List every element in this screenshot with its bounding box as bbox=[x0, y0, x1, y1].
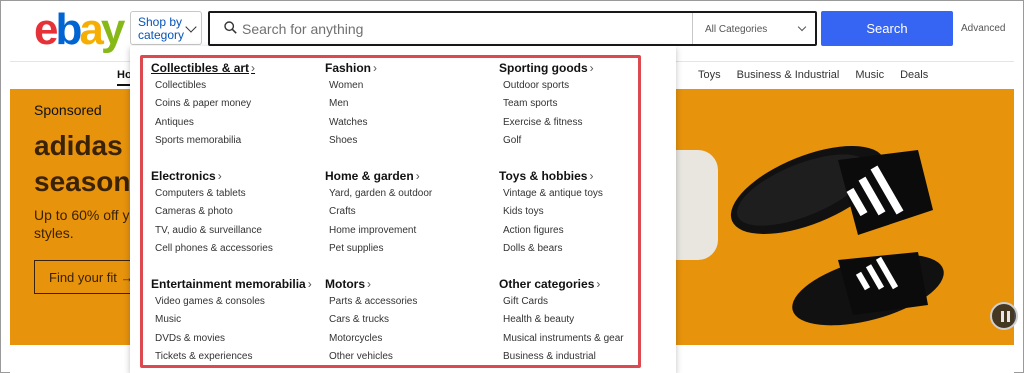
shop-by-category-button[interactable]: Shop by category bbox=[130, 11, 202, 45]
nav-categories: Toys Business & Industrial Music Deals bbox=[698, 69, 944, 81]
category-link[interactable]: Team sports bbox=[499, 95, 594, 113]
category-link[interactable]: Pet supplies bbox=[325, 240, 432, 258]
category-link[interactable]: Vintage & antique toys bbox=[499, 185, 603, 203]
nav-item-deals[interactable]: Deals bbox=[900, 69, 928, 81]
chevron-right-icon: › bbox=[367, 277, 371, 291]
category-select-value: All Categories bbox=[705, 24, 768, 35]
nav-item-music[interactable]: Music bbox=[855, 69, 884, 81]
ebay-logo[interactable]: ebay bbox=[34, 8, 125, 52]
search-icon bbox=[224, 21, 237, 34]
category-link[interactable]: Collectibles bbox=[151, 77, 255, 95]
category-link[interactable]: Yard, garden & outdoor bbox=[325, 185, 432, 203]
chevron-right-icon: › bbox=[589, 61, 594, 75]
category-link[interactable]: Exercise & fitness bbox=[499, 114, 594, 132]
towel-image bbox=[676, 150, 718, 260]
chevron-right-icon: › bbox=[415, 169, 420, 183]
nav-item-business[interactable]: Business & Industrial bbox=[737, 69, 840, 81]
category-link[interactable]: Women bbox=[325, 77, 377, 95]
banner-headline-line2: season bbox=[34, 166, 130, 197]
adidas-slides-image bbox=[730, 145, 944, 326]
category-link[interactable]: Coins & paper money bbox=[151, 95, 255, 113]
chevron-right-icon: › bbox=[589, 169, 594, 183]
category-link[interactable]: Parts & accessories bbox=[325, 293, 417, 311]
chevron-right-icon: › bbox=[596, 277, 601, 291]
nav-item-toys[interactable]: Toys bbox=[698, 69, 721, 81]
category-link[interactable]: Home improvement bbox=[325, 222, 432, 240]
banner-subtext: Up to 60% off y styles. bbox=[34, 206, 130, 242]
chevron-down-icon bbox=[797, 22, 807, 32]
category-link[interactable]: Health & beauty bbox=[499, 311, 624, 329]
category-group-other: Other categories › Gift Cards Health & be… bbox=[499, 277, 624, 366]
category-link[interactable]: Cell phones & accessories bbox=[151, 240, 273, 258]
chevron-right-icon: › bbox=[307, 277, 312, 291]
category-group-motors: Motors › Parts & accessories Cars & truck… bbox=[325, 277, 417, 366]
category-link[interactable]: Music bbox=[151, 311, 312, 329]
category-link[interactable]: Outdoor sports bbox=[499, 77, 594, 95]
category-link[interactable]: Motorcycles bbox=[325, 330, 417, 348]
category-link[interactable]: Other vehicles bbox=[325, 348, 417, 366]
category-heading[interactable]: Fashion › bbox=[325, 61, 377, 77]
category-heading[interactable]: Sporting goods › bbox=[499, 61, 594, 77]
category-link[interactable]: Golf bbox=[499, 132, 594, 150]
category-link[interactable]: Antiques bbox=[151, 114, 255, 132]
category-link[interactable]: TV, audio & surveillance bbox=[151, 222, 273, 240]
find-your-fit-button[interactable]: Find your fit → bbox=[34, 260, 134, 294]
category-link[interactable]: DVDs & movies bbox=[151, 330, 312, 348]
search-button[interactable]: Search bbox=[821, 11, 953, 46]
nav-active-underline bbox=[117, 84, 131, 86]
chevron-right-icon: › bbox=[251, 61, 256, 75]
category-link[interactable]: Watches bbox=[325, 114, 377, 132]
sponsored-label: Sponsored bbox=[34, 102, 102, 118]
category-link[interactable]: Gift Cards bbox=[499, 293, 624, 311]
category-group-toys-hobbies: Toys & hobbies › Vintage & antique toys K… bbox=[499, 169, 603, 258]
category-group-collectibles: Collectibles & art › Collectibles Coins &… bbox=[151, 61, 255, 150]
banner-headline: adidas season bbox=[34, 128, 130, 200]
advanced-search-link[interactable]: Advanced bbox=[961, 23, 1005, 34]
category-heading[interactable]: Other categories › bbox=[499, 277, 624, 293]
category-link[interactable]: Video games & consoles bbox=[151, 293, 312, 311]
banner-headline-line1: adidas bbox=[34, 130, 123, 161]
category-link[interactable]: Action figures bbox=[499, 222, 603, 240]
category-group-fashion: Fashion › Women Men Watches Shoes bbox=[325, 61, 377, 150]
category-heading[interactable]: Home & garden › bbox=[325, 169, 432, 185]
chevron-right-icon: › bbox=[217, 169, 222, 183]
category-link[interactable]: Cars & trucks bbox=[325, 311, 417, 329]
category-heading[interactable]: Toys & hobbies › bbox=[499, 169, 603, 185]
category-group-electronics: Electronics › Computers & tablets Cameras… bbox=[151, 169, 273, 258]
banner-subtext-line2: styles. bbox=[34, 225, 74, 241]
category-link[interactable]: Men bbox=[325, 95, 377, 113]
category-group-home-garden: Home & garden › Yard, garden & outdoor Cr… bbox=[325, 169, 432, 258]
category-link[interactable]: Tickets & experiences bbox=[151, 348, 312, 366]
chevron-right-icon: › bbox=[373, 61, 378, 75]
category-link[interactable]: Crafts bbox=[325, 203, 432, 221]
category-group-entertainment: Entertainment memorabilia › Video games &… bbox=[151, 277, 312, 366]
banner-subtext-line1: Up to 60% off y bbox=[34, 207, 130, 223]
search-bar: All Categories bbox=[208, 11, 817, 46]
search-input[interactable] bbox=[242, 15, 687, 42]
category-link[interactable]: Computers & tablets bbox=[151, 185, 273, 203]
category-link[interactable]: Cameras & photo bbox=[151, 203, 273, 221]
category-link[interactable]: Sports memorabilia bbox=[151, 132, 255, 150]
category-link[interactable]: Dolls & bears bbox=[499, 240, 603, 258]
category-link[interactable]: Kids toys bbox=[499, 203, 603, 221]
category-heading[interactable]: Electronics › bbox=[151, 169, 273, 185]
category-link[interactable]: Shoes bbox=[325, 132, 377, 150]
category-heading[interactable]: Entertainment memorabilia › bbox=[151, 277, 312, 293]
category-heading[interactable]: Collectibles & art › bbox=[151, 61, 255, 77]
category-link[interactable]: Musical instruments & gear bbox=[499, 330, 624, 348]
pause-icon[interactable] bbox=[990, 302, 1018, 330]
category-select[interactable]: All Categories bbox=[692, 13, 817, 44]
category-heading[interactable]: Motors › bbox=[325, 277, 417, 293]
category-link[interactable]: Business & industrial bbox=[499, 348, 624, 366]
category-group-sporting-goods: Sporting goods › Outdoor sports Team spor… bbox=[499, 61, 594, 150]
